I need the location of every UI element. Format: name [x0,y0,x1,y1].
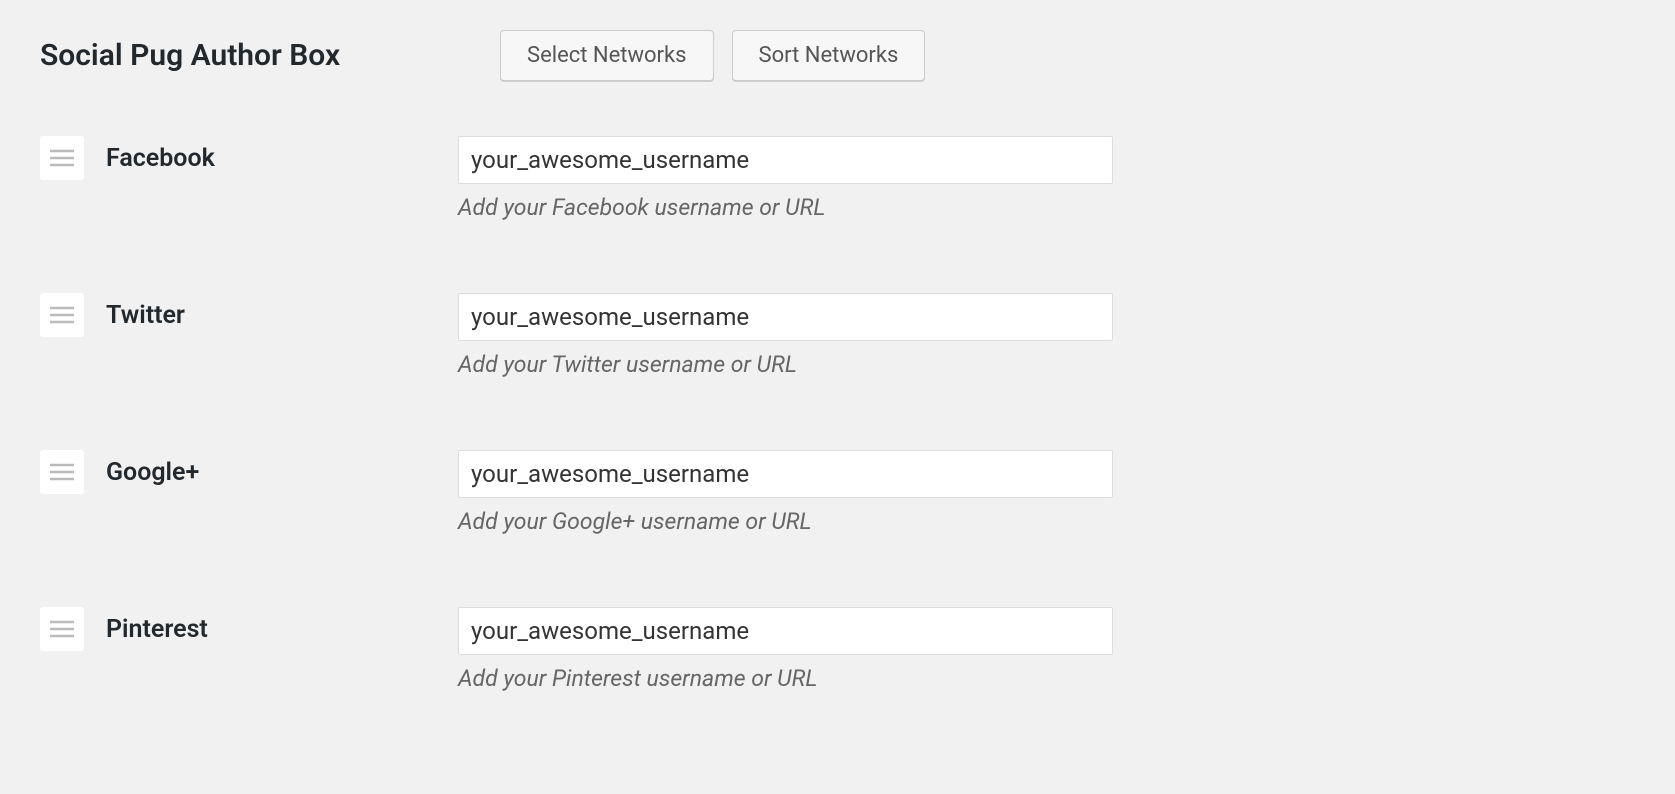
googleplus-hint: Add your Google+ username or URL [458,508,1113,535]
network-row-twitter: Twitter Add your Twitter username or URL [40,293,1635,378]
hamburger-icon [50,463,74,481]
network-label-area: Facebook [40,136,458,180]
input-area: Add your Twitter username or URL [458,293,1113,378]
drag-handle-icon[interactable] [40,136,84,180]
drag-handle-icon[interactable] [40,607,84,651]
input-area: Add your Pinterest username or URL [458,607,1113,692]
hamburger-icon [50,149,74,167]
facebook-hint: Add your Facebook username or URL [458,194,1113,221]
googleplus-input[interactable] [458,450,1113,498]
header-row: Social Pug Author Box Select Networks So… [40,30,1635,81]
network-label-pinterest: Pinterest [106,615,208,644]
sort-networks-button[interactable]: Sort Networks [732,30,926,81]
network-label-area: Pinterest [40,607,458,651]
network-row-pinterest: Pinterest Add your Pinterest username or… [40,607,1635,692]
section-title: Social Pug Author Box [40,38,420,73]
hamburger-icon [50,306,74,324]
drag-handle-icon[interactable] [40,293,84,337]
network-label-twitter: Twitter [106,301,185,330]
pinterest-hint: Add your Pinterest username or URL [458,665,1113,692]
input-area: Add your Facebook username or URL [458,136,1113,221]
input-area: Add your Google+ username or URL [458,450,1113,535]
network-label-area: Google+ [40,450,458,494]
twitter-input[interactable] [458,293,1113,341]
network-row-googleplus: Google+ Add your Google+ username or URL [40,450,1635,535]
hamburger-icon [50,620,74,638]
network-label-facebook: Facebook [106,144,215,173]
twitter-hint: Add your Twitter username or URL [458,351,1113,378]
network-label-googleplus: Google+ [106,458,199,487]
facebook-input[interactable] [458,136,1113,184]
network-label-area: Twitter [40,293,458,337]
drag-handle-icon[interactable] [40,450,84,494]
select-networks-button[interactable]: Select Networks [500,30,714,81]
pinterest-input[interactable] [458,607,1113,655]
network-row-facebook: Facebook Add your Facebook username or U… [40,136,1635,221]
button-group: Select Networks Sort Networks [500,30,925,81]
